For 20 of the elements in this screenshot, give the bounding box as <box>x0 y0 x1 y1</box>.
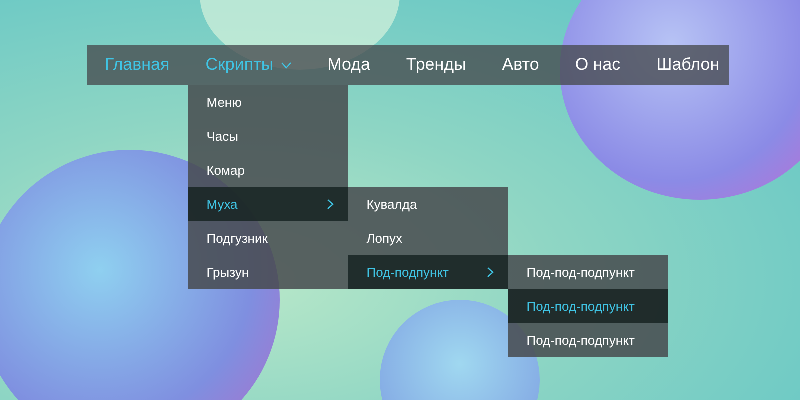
submenu-item[interactable]: Часы <box>188 119 348 153</box>
submenu-item[interactable]: Под-под-подпункт <box>508 255 668 289</box>
submenu-item[interactable]: Под-подпункт <box>348 255 508 289</box>
submenu-item[interactable]: Под-под-подпункт <box>508 323 668 357</box>
chevron-down-icon <box>280 62 292 68</box>
submenu-item[interactable]: Грызун <box>188 255 348 289</box>
nav-item[interactable]: Авто <box>484 45 558 85</box>
submenu-item[interactable]: Комар <box>188 153 348 187</box>
submenu-item[interactable]: Кувалда <box>348 187 508 221</box>
submenu-item[interactable]: Муха <box>188 187 348 221</box>
submenu-item[interactable]: Подгузник <box>188 221 348 255</box>
chevron-right-icon <box>486 266 494 278</box>
nav-item[interactable]: О нас <box>557 45 639 85</box>
nav-item[interactable]: Мода <box>310 45 388 85</box>
submenu-item[interactable]: Меню <box>188 85 348 119</box>
chevron-right-icon <box>326 198 334 210</box>
submenu-item[interactable]: Лопух <box>348 221 508 255</box>
nav-item[interactable]: Тренды <box>388 45 484 85</box>
nav-item[interactable]: Шаблон <box>638 45 738 85</box>
submenu-item[interactable]: Под-под-подпункт <box>508 289 668 323</box>
